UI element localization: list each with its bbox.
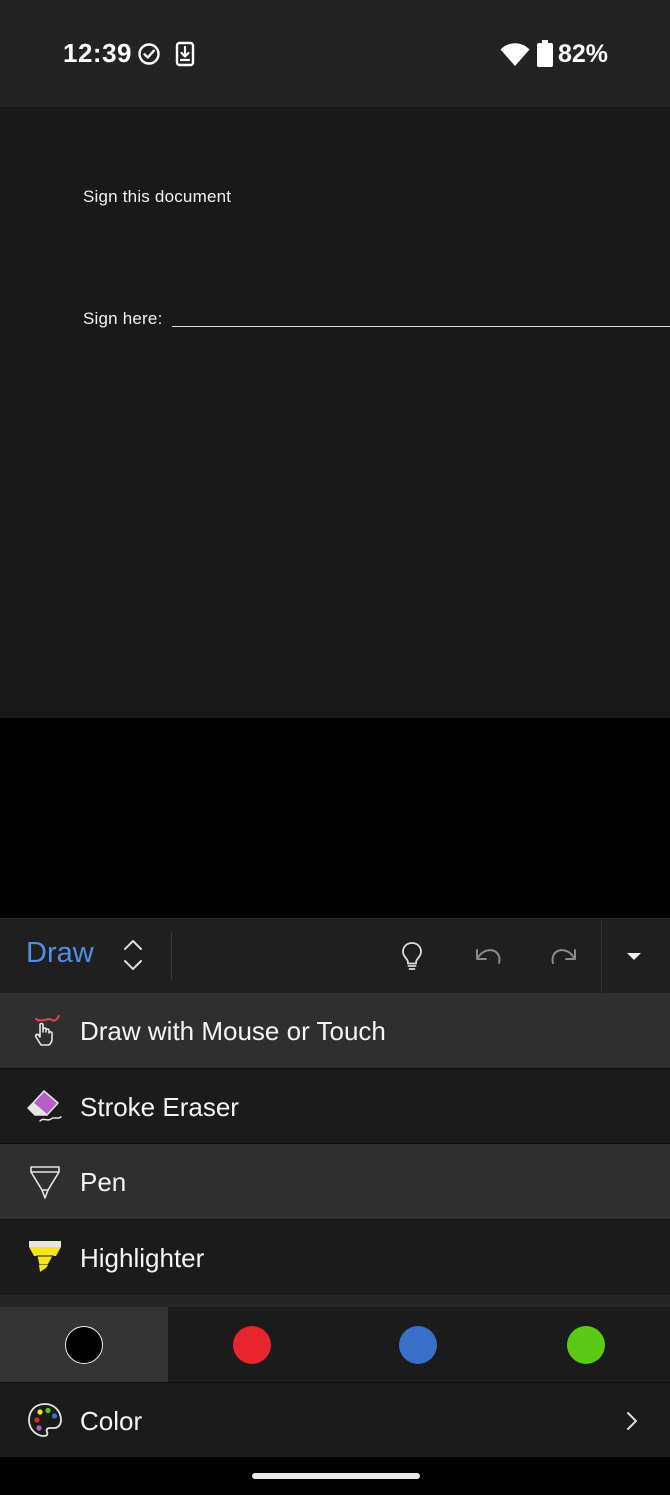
ribbon-divider	[171, 932, 172, 980]
download-icon	[175, 41, 195, 67]
switch-tabs-icon[interactable]	[120, 938, 146, 972]
menu-item-label: Stroke Eraser	[80, 1092, 239, 1122]
home-handle[interactable]	[252, 1473, 420, 1479]
status-time: 12:39	[63, 38, 132, 68]
swatch-green[interactable]	[566, 1326, 605, 1364]
pen-icon	[30, 1166, 60, 1199]
undo-icon[interactable]	[472, 940, 504, 972]
swatch-black[interactable]	[65, 1326, 103, 1364]
signature-line[interactable]	[172, 326, 670, 327]
lightbulb-icon[interactable]	[396, 940, 428, 972]
expand-caret-icon[interactable]	[624, 949, 644, 963]
eraser-icon	[27, 1090, 62, 1122]
check-circle-icon	[138, 43, 160, 65]
swatch-blue[interactable]	[399, 1326, 437, 1364]
swatch-black-cell[interactable]	[0, 1307, 168, 1382]
wifi-icon	[500, 43, 530, 66]
redo-icon[interactable]	[548, 940, 580, 972]
swatch-red[interactable]	[232, 1326, 271, 1364]
palette-icon	[28, 1403, 62, 1437]
document-canvas[interactable]: Sign this document Sign here:	[0, 107, 670, 718]
menu-item-label: Draw with Mouse or Touch	[80, 1016, 386, 1046]
color-swatch-row	[0, 1307, 670, 1382]
highlighter-icon	[29, 1241, 61, 1272]
empty-canvas-area	[0, 718, 670, 918]
sign-here-label: Sign here:	[83, 309, 163, 328]
color-label: Color	[80, 1406, 143, 1436]
menu-item-draw-with-mouse-or-touch[interactable]: Draw with Mouse or Touch	[0, 993, 670, 1068]
ribbon-toolbar: Draw	[0, 918, 670, 994]
chevron-right-icon	[627, 1412, 637, 1430]
battery-icon	[537, 40, 553, 67]
menu-item-highlighter[interactable]: Highlighter	[0, 1220, 670, 1295]
swatch-blue-cell[interactable]	[335, 1307, 503, 1382]
menu-item-pen[interactable]: Pen	[0, 1144, 670, 1219]
menu-item-stroke-eraser[interactable]: Stroke Eraser	[0, 1069, 670, 1144]
color-menu-row[interactable]: Color	[0, 1382, 670, 1457]
document-heading: Sign this document	[83, 187, 232, 206]
swatch-red-cell[interactable]	[168, 1307, 336, 1382]
draw-touch-icon	[34, 1015, 60, 1046]
menu-item-label: Pen	[80, 1167, 127, 1197]
swatch-green-cell[interactable]	[503, 1307, 670, 1382]
menu-item-label: Highlighter	[80, 1243, 205, 1273]
ribbon-divider-right	[601, 919, 602, 994]
battery-percent: 82%	[558, 40, 609, 68]
status-bar: 12:39 82%	[0, 0, 670, 107]
tab-draw[interactable]: Draw	[26, 937, 94, 970]
gesture-nav-bar	[0, 1457, 670, 1495]
section-divider	[0, 1295, 670, 1307]
